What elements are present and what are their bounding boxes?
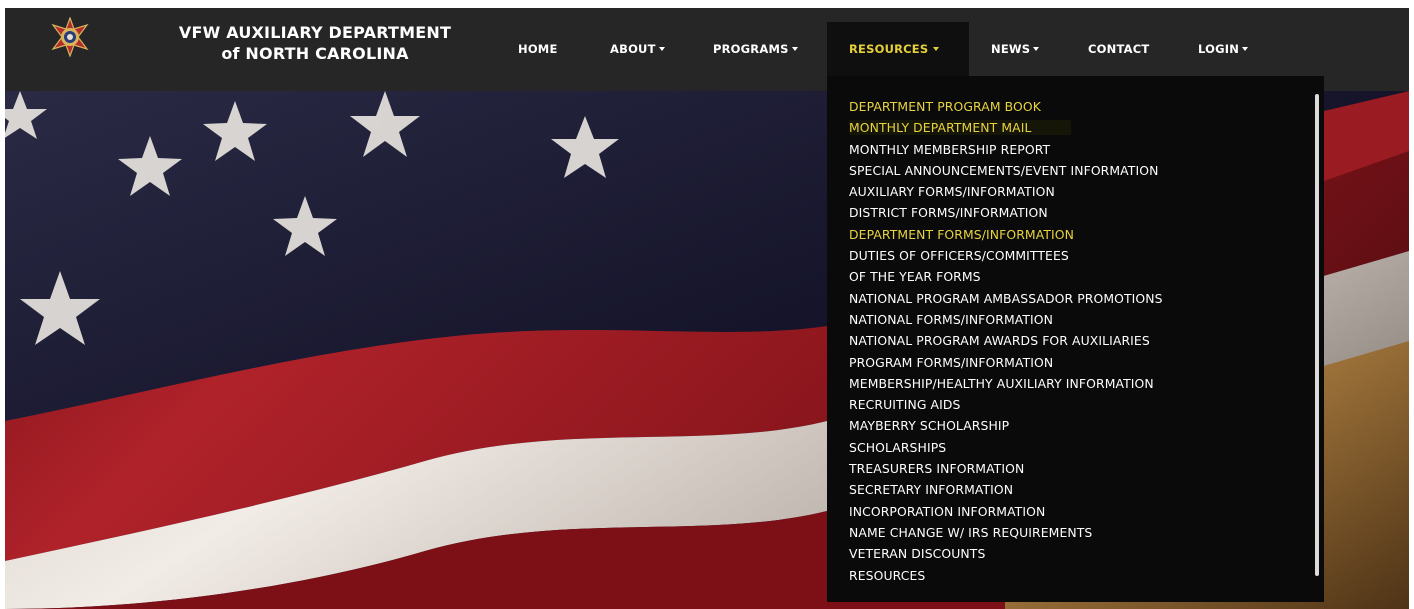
dropdown-item-treasurers-information[interactable]: TREASURERS INFORMATION [849, 458, 1163, 479]
nav-news-label: NEWS [991, 42, 1031, 56]
nav-home[interactable]: HOME [518, 42, 558, 56]
dropdown-item-program-forms[interactable]: PROGRAM FORMS/INFORMATION [849, 352, 1163, 373]
nav-home-label: HOME [518, 42, 558, 56]
vfw-auxiliary-emblem-icon[interactable] [50, 16, 90, 58]
dropdown-item-national-program-awards[interactable]: NATIONAL PROGRAM AWARDS FOR AUXILIARIES [849, 330, 1163, 351]
dropdown-item-scholarships[interactable]: SCHOLARSHIPS [849, 437, 1163, 458]
dropdown-item-monthly-department-mail[interactable]: MONTHLY DEPARTMENT MAIL [849, 117, 1163, 138]
nav-programs-label: PROGRAMS [713, 42, 789, 56]
dropdown-item-recruiting-aids[interactable]: RECRUITING AIDS [849, 394, 1163, 415]
nav-news[interactable]: NEWS [991, 42, 1040, 56]
brand-line-2: of NORTH CAROLINA [221, 44, 409, 63]
nav-contact-label: CONTACT [1088, 42, 1150, 56]
nav-resources[interactable]: RESOURCES [849, 42, 940, 56]
dropdown-item-national-program-ambassador[interactable]: NATIONAL PROGRAM AMBASSADOR PROMOTIONS [849, 288, 1163, 309]
caret-down-icon [1242, 47, 1249, 51]
nav-programs[interactable]: PROGRAMS [713, 42, 798, 56]
dropdown-item-monthly-membership-report[interactable]: MONTHLY MEMBERSHIP REPORT [849, 139, 1163, 160]
dropdown-item-membership-healthy-auxiliary[interactable]: MEMBERSHIP/HEALTHY AUXILIARY INFORMATION [849, 373, 1163, 394]
dropdown-item-district-forms[interactable]: DISTRICT FORMS/INFORMATION [849, 202, 1163, 223]
nav-about[interactable]: ABOUT [610, 42, 665, 56]
nav-about-label: ABOUT [610, 42, 656, 56]
dropdown-item-auxiliary-forms[interactable]: AUXILIARY FORMS/INFORMATION [849, 181, 1163, 202]
caret-down-icon [791, 47, 798, 51]
dropdown-item-label: MONTHLY DEPARTMENT MAIL [849, 120, 1072, 136]
dropdown-item-incorporation-information[interactable]: INCORPORATION INFORMATION [849, 501, 1163, 522]
dropdown-item-mayberry-scholarship[interactable]: MAYBERRY SCHOLARSHIP [849, 415, 1163, 436]
dropdown-item-secretary-information[interactable]: SECRETARY INFORMATION [849, 479, 1163, 500]
nav-resources-label: RESOURCES [849, 42, 929, 56]
dropdown-item-of-the-year-forms[interactable]: OF THE YEAR FORMS [849, 266, 1163, 287]
dropdown-scrollbar[interactable] [1315, 94, 1319, 576]
dropdown-item-veteran-discounts[interactable]: VETERAN DISCOUNTS [849, 543, 1163, 564]
dropdown-item-department-forms[interactable]: DEPARTMENT FORMS/INFORMATION [849, 224, 1163, 245]
dropdown-list: DEPARTMENT PROGRAM BOOK MONTHLY DEPARTME… [849, 96, 1163, 586]
site-brand[interactable]: VFW AUXILIARY DEPARTMENT of NORTH CAROLI… [155, 22, 475, 64]
resources-dropdown-menu: DEPARTMENT PROGRAM BOOK MONTHLY DEPARTME… [827, 76, 1324, 602]
dropdown-item-resources[interactable]: RESOURCES [849, 565, 1163, 586]
nav-login-label: LOGIN [1198, 42, 1240, 56]
dropdown-item-department-program-book[interactable]: DEPARTMENT PROGRAM BOOK [849, 96, 1163, 117]
nav-contact[interactable]: CONTACT [1088, 42, 1149, 56]
nav-login[interactable]: LOGIN [1198, 42, 1249, 56]
caret-down-icon [1033, 47, 1040, 51]
caret-down-icon [933, 47, 940, 51]
dropdown-item-name-change[interactable]: NAME CHANGE W/ IRS REQUIREMENTS [849, 522, 1163, 543]
dropdown-item-special-announcements[interactable]: SPECIAL ANNOUNCEMENTS/EVENT INFORMATION [849, 160, 1163, 181]
dropdown-item-duties-of-officers[interactable]: DUTIES OF OFFICERS/COMMITTEES [849, 245, 1163, 266]
dropdown-item-national-forms[interactable]: NATIONAL FORMS/INFORMATION [849, 309, 1163, 330]
caret-down-icon [658, 47, 665, 51]
brand-line-1: VFW AUXILIARY DEPARTMENT [178, 23, 452, 42]
